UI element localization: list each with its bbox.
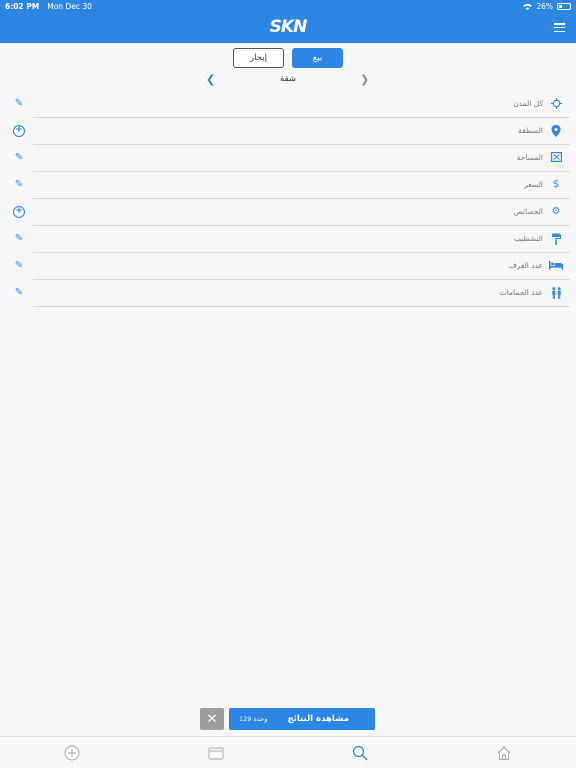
bottom-tab-bar	[0, 736, 576, 768]
filter-label: المنطقة	[518, 126, 543, 135]
filter-list: ✎ كل المدن + المنطقة ✎ المساحة ✎ السعر $…	[0, 91, 576, 307]
status-date: Mon Dec 30	[47, 1, 92, 11]
folder-icon[interactable]	[208, 745, 224, 761]
filter-label: عدد الغرف	[508, 261, 543, 270]
property-type-label: شقة	[280, 74, 296, 84]
rent-button[interactable]: إيجار	[233, 48, 284, 68]
pencil-icon[interactable]: ✎	[13, 152, 25, 164]
filter-label: كل المدن	[513, 99, 543, 108]
results-count: 129 وحدة	[239, 715, 268, 723]
filter-label: عدد الحمامات	[499, 288, 543, 297]
results-bar: ✕ 129 وحدة مشاهدة النتائج	[200, 708, 375, 730]
filter-label: السعر	[524, 180, 543, 189]
view-results-label: مشاهدة النتائج	[287, 714, 349, 724]
plus-circle-icon[interactable]: +	[13, 206, 25, 218]
app-logo: SKN	[269, 17, 308, 37]
search-icon[interactable]	[352, 745, 368, 761]
battery-percent: 26%	[536, 1, 553, 11]
wifi-icon	[523, 3, 533, 10]
view-results-button[interactable]: 129 وحدة مشاهدة النتائج	[229, 708, 375, 730]
pencil-icon[interactable]: ✎	[13, 260, 25, 272]
pencil-icon[interactable]: ✎	[13, 233, 25, 245]
app-header: SKN	[0, 12, 576, 43]
filter-row-city[interactable]: ✎ كل المدن	[0, 91, 576, 118]
status-right: 26%	[523, 2, 571, 11]
filter-label: التشطيب	[513, 234, 543, 243]
plus-circle-icon[interactable]	[64, 745, 80, 761]
crosshair-icon	[550, 98, 562, 110]
people-icon	[550, 287, 562, 299]
home-icon[interactable]	[496, 745, 512, 761]
chevron-right-icon[interactable]: ❯	[360, 73, 369, 86]
filter-label: المساحة	[516, 153, 543, 162]
status-bar: 6:02 PM Mon Dec 30 26%	[0, 0, 576, 12]
plus-circle-icon[interactable]: +	[13, 125, 25, 137]
dollar-icon: $	[552, 179, 560, 190]
pencil-icon[interactable]: ✎	[13, 179, 25, 191]
map-pin-icon	[550, 125, 562, 137]
filter-row-area[interactable]: + المنطقة	[0, 118, 576, 145]
filter-row-size[interactable]: ✎ المساحة	[0, 145, 576, 172]
area-icon	[550, 152, 562, 164]
filter-row-features[interactable]: + الخصائص ⚙	[0, 199, 576, 226]
status-time: 6:02 PM	[5, 1, 40, 11]
paint-roller-icon	[550, 233, 562, 245]
close-icon[interactable]: ✕	[200, 708, 224, 730]
filter-label: الخصائص	[513, 207, 543, 216]
battery-icon	[557, 2, 571, 10]
filter-row-bathrooms[interactable]: ✎ عدد الحمامات	[0, 280, 576, 307]
property-type-selector: ❮ شقة ❯	[0, 73, 576, 87]
hamburger-menu-icon[interactable]	[554, 23, 565, 32]
filter-row-rooms[interactable]: ✎ عدد الغرف	[0, 253, 576, 280]
bed-icon	[549, 260, 563, 272]
pencil-icon[interactable]: ✎	[13, 287, 25, 299]
gear-icon: ⚙	[551, 206, 561, 217]
filter-row-price[interactable]: ✎ السعر $	[0, 172, 576, 199]
sale-button[interactable]: بيع	[292, 48, 343, 68]
deal-type-toggle: إيجار بيع	[0, 48, 576, 68]
filter-row-finishing[interactable]: ✎ التشطيب	[0, 226, 576, 253]
pencil-icon[interactable]: ✎	[13, 98, 25, 110]
